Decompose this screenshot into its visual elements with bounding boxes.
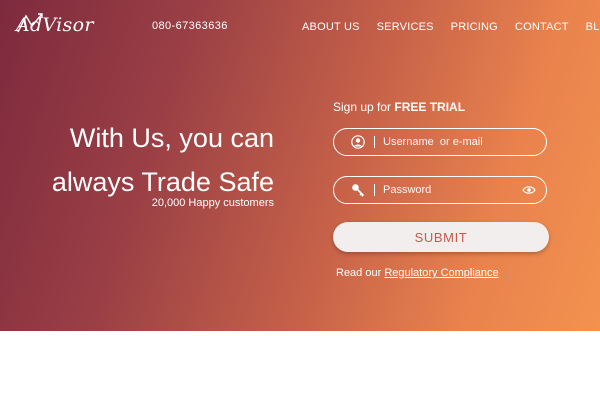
logo[interactable]: AdVisor bbox=[16, 14, 94, 36]
password-placeholder: Password bbox=[383, 184, 432, 196]
signup-prefix: Sign up for bbox=[333, 100, 395, 114]
hero-headline: With Us, you can always Trade Safe bbox=[0, 116, 274, 204]
submit-button[interactable]: SUBMIT bbox=[333, 222, 549, 252]
nav-about-us[interactable]: ABOUT US bbox=[302, 21, 360, 33]
phone-number: 080-67363636 bbox=[152, 20, 228, 32]
username-field[interactable]: Username or e-mail bbox=[333, 128, 547, 156]
regulatory-compliance-link[interactable]: Regulatory Compliance bbox=[384, 267, 498, 279]
reg-prefix: Read our bbox=[336, 267, 385, 279]
signup-heading: Sign up for FREE TRIAL bbox=[333, 100, 465, 114]
key-icon bbox=[350, 182, 366, 198]
happy-customers-text: 20,000 Happy customers bbox=[151, 197, 274, 209]
hero-section: AdVisor 080-67363636 ABOUT US SERVICES P… bbox=[0, 0, 600, 331]
eye-icon[interactable] bbox=[522, 183, 536, 197]
nav-services[interactable]: SERVICES bbox=[377, 21, 434, 33]
nav-pricing[interactable]: PRICING bbox=[451, 21, 498, 33]
nav-contact[interactable]: CONTACT bbox=[515, 21, 569, 33]
field-divider bbox=[374, 136, 375, 148]
password-field[interactable]: Password bbox=[333, 176, 547, 204]
top-nav: ABOUT US SERVICES PRICING CONTACT BLOG bbox=[302, 21, 600, 33]
nav-blog[interactable]: BLOG bbox=[586, 21, 600, 33]
field-divider bbox=[374, 184, 375, 196]
headline-line-1: With Us, you can bbox=[69, 123, 274, 153]
username-placeholder: Username or e-mail bbox=[383, 136, 483, 148]
user-icon bbox=[350, 134, 366, 150]
regulatory-text: Read our Regulatory Compliance bbox=[336, 267, 499, 279]
signup-free-trial: FREE TRIAL bbox=[394, 100, 466, 114]
